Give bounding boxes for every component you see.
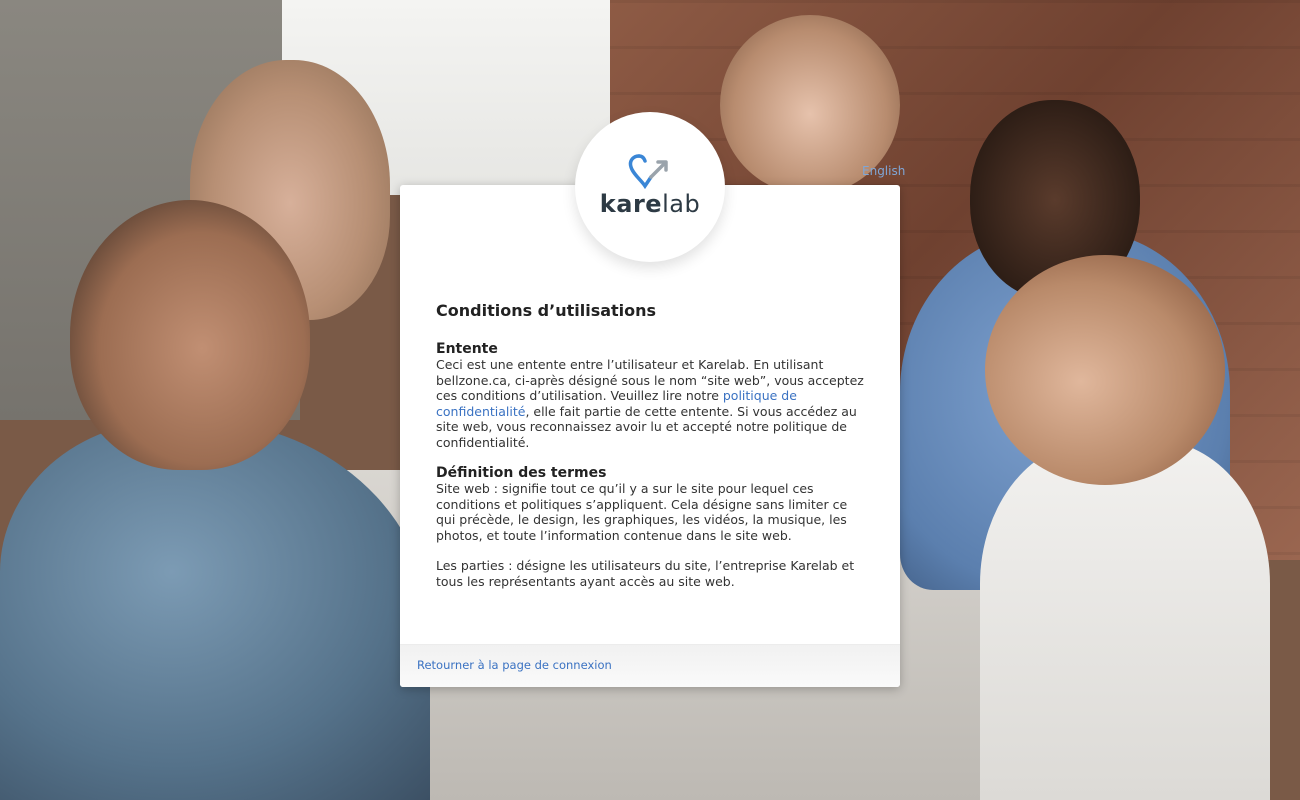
definition-paragraph-parties: Les parties : désigne les utilisateurs d… [436,558,855,589]
background-person [70,200,310,470]
logo: karelab [575,112,725,262]
terms-content: Conditions d’utilisations Entente Ceci e… [436,301,866,604]
language-switch-link[interactable]: English [862,164,905,178]
logo-text-regular: lab [662,190,701,218]
background-person [980,440,1270,800]
page-title: Conditions d’utilisations [436,301,657,320]
section-heading-agreement: Entente [436,341,498,357]
agreement-text: Ceci est une entente entre l’utilisateur… [436,357,864,403]
logo-wordmark: karelab [600,190,700,218]
section-heading-definitions: Définition des termes [436,465,607,481]
terms-card: karelab Conditions d’utilisations Entent… [400,112,900,687]
background-person [985,255,1225,485]
back-to-login-link[interactable]: Retourner à la page de connexion [417,658,612,672]
heart-logo-icon [628,154,668,190]
agreement-paragraph: Ceci est une entente entre l’utilisateur… [436,357,866,450]
definition-paragraph-website: Site web : signifie tout ce qu’il y a su… [436,481,848,543]
card-footer: Retourner à la page de connexion [400,644,900,687]
logo-text-bold: kare [599,190,663,218]
